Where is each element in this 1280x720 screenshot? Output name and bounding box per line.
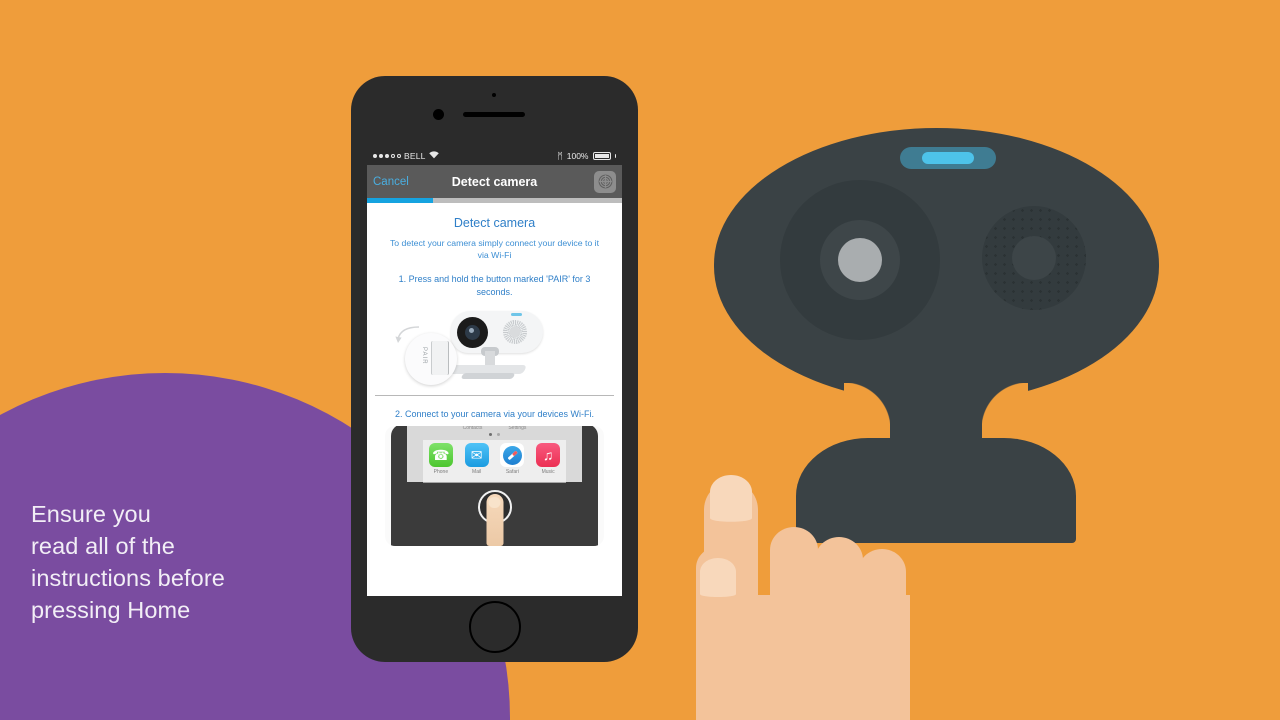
safari-app-icon	[500, 443, 525, 467]
phone-sensor-icon	[492, 93, 496, 97]
step-two-text: 2. Connect to your camera via your devic…	[394, 409, 595, 419]
ios-homescreen-photo: Contacts Settings ☎ Phone ✉ Mail Safari …	[385, 426, 604, 546]
ios-app-phone[interactable]: ☎ Phone	[426, 443, 456, 475]
camera-product-photo: PAIR	[367, 303, 622, 389]
smartphone-device: BELL ᛗ 100% Cancel Detect camera Detect …	[351, 76, 638, 662]
ios-upper-labels: Contacts Settings	[407, 426, 582, 431]
bluetooth-icon: ᛗ	[557, 151, 563, 161]
camera-led-icon	[511, 313, 522, 316]
camera-lens-inner	[465, 325, 480, 340]
pair-button-magnifier: PAIR	[405, 333, 457, 385]
phone-app-icon: ☎	[428, 443, 453, 467]
music-app-label: Music	[541, 469, 555, 475]
camera-lens-icon	[457, 317, 488, 348]
content-area: Detect camera To detect your camera simp…	[367, 203, 622, 596]
webcam-led-pad	[900, 147, 996, 169]
scene-root: Ensure you read all of the instructions …	[0, 0, 1280, 720]
camera-mic-grille-icon	[503, 320, 527, 344]
battery-percent-label: 100%	[566, 151, 589, 161]
webcam-speaker-grille-icon	[982, 206, 1086, 310]
mail-app-icon: ✉	[464, 443, 489, 467]
content-heading: Detect camera	[453, 216, 536, 230]
phone-app-label: Phone	[433, 469, 449, 475]
cancel-button[interactable]: Cancel	[373, 176, 409, 188]
ios-label-contacts: Contacts	[462, 426, 483, 431]
gear-icon[interactable]	[594, 170, 616, 193]
safari-app-label: Safari	[505, 469, 519, 475]
webcam-head	[714, 128, 1159, 403]
overlay-caption: Ensure you read all of the instructions …	[31, 501, 225, 623]
music-app-icon: ♫	[536, 443, 561, 467]
safari-needle-icon	[507, 450, 518, 460]
camera-foot-lower	[460, 373, 516, 379]
ios-device-body: Contacts Settings ☎ Phone ✉ Mail Safari …	[391, 426, 598, 546]
ios-app-music[interactable]: ♫ Music	[533, 443, 563, 475]
ios-wallpaper: Contacts Settings ☎ Phone ✉ Mail Safari …	[407, 426, 582, 483]
phone-front-camera-icon	[433, 109, 444, 120]
ios-label-settings: Settings	[508, 426, 527, 431]
content-subheading: To detect your camera simply connect you…	[389, 238, 600, 260]
ios-frame: Contacts Settings ☎ Phone ✉ Mail Safari …	[385, 426, 604, 546]
step-one-text: 1. Press and hold the button marked 'PAI…	[398, 274, 591, 297]
safari-compass-icon	[502, 445, 522, 465]
pointing-hand-icon	[600, 380, 960, 720]
ios-finger-icon	[486, 494, 503, 546]
webcam-lens-icon	[780, 180, 940, 340]
webcam-led-indicator	[922, 152, 974, 164]
navigation-bar: Cancel Detect camera	[367, 165, 622, 198]
mail-app-label: Mail	[472, 469, 482, 475]
status-bar: BELL ᛗ 100%	[367, 147, 622, 165]
phone-screen: BELL ᛗ 100% Cancel Detect camera Detect …	[367, 147, 622, 596]
carrier-label: BELL	[404, 151, 426, 161]
phone-earpiece-icon	[463, 112, 525, 117]
ios-app-mail[interactable]: ✉ Mail	[462, 443, 492, 475]
wifi-icon	[428, 151, 439, 161]
webcam-grille-hole	[1012, 236, 1056, 280]
pair-button-shape	[431, 341, 449, 375]
pair-label: PAIR	[421, 347, 427, 365]
phone-home-button[interactable]	[469, 601, 521, 653]
webcam-lens-mid	[820, 220, 900, 300]
signal-strength-icon	[373, 154, 401, 158]
battery-tip-icon	[614, 154, 616, 158]
camera-lens-glint	[469, 328, 474, 333]
status-bar-right: ᛗ 100%	[557, 151, 616, 161]
ios-page-dots	[407, 433, 582, 436]
ios-app-safari[interactable]: Safari	[497, 443, 527, 475]
webcam-lens-inner	[838, 238, 882, 282]
status-bar-left: BELL	[373, 151, 439, 161]
battery-icon	[592, 152, 611, 160]
ios-dock: ☎ Phone ✉ Mail Safari ♫ Music	[423, 440, 566, 483]
